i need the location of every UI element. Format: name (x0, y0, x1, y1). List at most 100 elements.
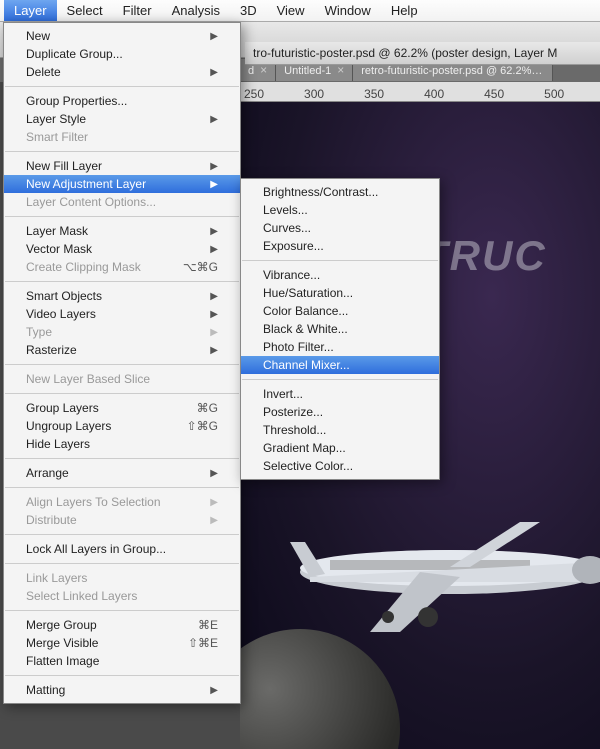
menu-item-label: New Adjustment Layer (26, 177, 146, 191)
menu-item-label: Levels... (263, 203, 308, 217)
menu-item-label: Color Balance... (263, 304, 348, 318)
window-title: tro-futuristic-poster.psd @ 62.2% (poste… (245, 42, 600, 65)
layer-menu-align-layers-to-selection: Align Layers To Selection▶ (4, 493, 240, 511)
layer-menu: New▶ Duplicate Group... Delete ▶ Group Prope… (3, 22, 241, 704)
layer-menu-rasterize[interactable]: Rasterize ▶ (4, 341, 240, 359)
layer-menu-flatten-image[interactable]: Flatten Image (4, 652, 240, 670)
close-icon[interactable]: × (260, 63, 267, 77)
menu-shortcut: ⌘G (197, 401, 218, 415)
menu-item-label: Curves... (263, 221, 311, 235)
layer-menu-group-layers[interactable]: Group Layers⌘G (4, 399, 240, 417)
menu-item-label: Hide Layers (26, 437, 90, 451)
submenu-arrow-icon: ▶ (210, 345, 218, 356)
menubar-item-analysis[interactable]: Analysis (162, 0, 230, 21)
submenu-arrow-icon: ▶ (210, 497, 218, 508)
submenu-arrow-icon: ▶ (210, 309, 218, 320)
menu-item-label: Threshold... (263, 423, 326, 437)
menu-separator (5, 281, 239, 282)
layer-menu-group-properties[interactable]: Group Properties... (4, 92, 240, 110)
layer-menu-layer-content-options: Layer Content Options... (4, 193, 240, 211)
new-adjustment-layer-submenu: Brightness/Contrast... Levels... Curves...… (240, 178, 440, 480)
adjustment-menu-color-balance[interactable]: Color Balance... (241, 302, 439, 320)
menu-separator (5, 675, 239, 676)
layer-menu-matting[interactable]: Matting▶ (4, 681, 240, 699)
submenu-arrow-icon: ▶ (210, 244, 218, 255)
adjustment-menu-selective-color[interactable]: Selective Color... (241, 457, 439, 475)
menu-separator (242, 379, 438, 380)
menu-item-label: Invert... (263, 387, 303, 401)
layer-menu-merge-group[interactable]: Merge Group⌘E (4, 616, 240, 634)
menu-item-label: Delete (26, 65, 61, 79)
adjustment-menu-curves[interactable]: Curves... (241, 219, 439, 237)
menu-item-label: Type (26, 325, 52, 339)
ruler-tick: 450 (484, 87, 504, 101)
menu-separator (5, 610, 239, 611)
submenu-arrow-icon: ▶ (210, 515, 218, 526)
menu-item-label: Ungroup Layers (26, 419, 111, 433)
menu-item-label: Layer Style (26, 112, 86, 126)
layer-menu-smart-filter: Smart Filter (4, 128, 240, 146)
layer-menu-new-fill-layer[interactable]: New Fill Layer▶ (4, 157, 240, 175)
adjustment-menu-vibrance[interactable]: Vibrance... (241, 266, 439, 284)
adjustment-menu-photo-filter[interactable]: Photo Filter... (241, 338, 439, 356)
menubar-item-filter[interactable]: Filter (113, 0, 162, 21)
submenu-arrow-icon: ▶ (210, 31, 218, 42)
menu-item-label: Duplicate Group... (26, 47, 123, 61)
menu-separator (5, 487, 239, 488)
adjustment-menu-black-white[interactable]: Black & White... (241, 320, 439, 338)
adjustment-menu-gradient-map[interactable]: Gradient Map... (241, 439, 439, 457)
layer-menu-video-layers[interactable]: Video Layers▶ (4, 305, 240, 323)
adjustment-menu-brightness-contrast[interactable]: Brightness/Contrast... (241, 183, 439, 201)
submenu-arrow-icon: ▶ (210, 291, 218, 302)
menu-item-label: Vector Mask (26, 242, 92, 256)
menubar-item-select[interactable]: Select (57, 0, 113, 21)
adjustment-menu-channel-mixer[interactable]: Channel Mixer... (241, 356, 439, 374)
menu-separator (5, 86, 239, 87)
menu-item-label: Arrange (26, 466, 69, 480)
layer-menu-link-layers: Link Layers (4, 569, 240, 587)
menu-item-label: Link Layers (26, 571, 87, 585)
menu-separator (5, 458, 239, 459)
adjustment-menu-posterize[interactable]: Posterize... (241, 403, 439, 421)
menu-item-label: Gradient Map... (263, 441, 346, 455)
layer-menu-delete[interactable]: Delete ▶ (4, 63, 240, 81)
layer-menu-vector-mask[interactable]: Vector Mask ▶ (4, 240, 240, 258)
layer-menu-new-adjustment-layer[interactable]: New Adjustment Layer ▶ (4, 175, 240, 193)
menubar-item-layer[interactable]: Layer (4, 0, 57, 21)
menu-separator (5, 563, 239, 564)
submenu-arrow-icon: ▶ (210, 179, 218, 190)
adjustment-menu-hue-saturation[interactable]: Hue/Saturation... (241, 284, 439, 302)
layer-menu-new[interactable]: New▶ (4, 27, 240, 45)
menu-item-label: Matting (26, 683, 65, 697)
layer-menu-arrange[interactable]: Arrange▶ (4, 464, 240, 482)
layer-menu-duplicate-group[interactable]: Duplicate Group... (4, 45, 240, 63)
layer-menu-merge-visible[interactable]: Merge Visible ⇧⌘E (4, 634, 240, 652)
menu-separator (242, 260, 438, 261)
ruler-horizontal: 250300350400450500550600 (240, 82, 600, 102)
adjustment-menu-exposure[interactable]: Exposure... (241, 237, 439, 255)
menubar-item-window[interactable]: Window (315, 0, 381, 21)
menu-item-label: Rasterize (26, 343, 77, 357)
menubar-item-help[interactable]: Help (381, 0, 428, 21)
close-icon[interactable]: × (337, 63, 344, 77)
layer-menu-ungroup-layers[interactable]: Ungroup Layers⇧⌘G (4, 417, 240, 435)
layer-menu-smart-objects[interactable]: Smart Objects▶ (4, 287, 240, 305)
layer-menu-layer-style[interactable]: Layer Style▶ (4, 110, 240, 128)
menu-separator (5, 364, 239, 365)
menu-item-label: Channel Mixer... (263, 358, 350, 372)
layer-menu-layer-mask[interactable]: Layer Mask▶ (4, 222, 240, 240)
adjustment-menu-levels[interactable]: Levels... (241, 201, 439, 219)
menu-shortcut: ⇧⌘E (188, 636, 218, 650)
menubar-item-3d[interactable]: 3D (230, 0, 267, 21)
menu-item-label: Hue/Saturation... (263, 286, 353, 300)
layer-menu-type: Type▶ (4, 323, 240, 341)
layer-menu-lock-all-layers-in-group[interactable]: Lock All Layers in Group... (4, 540, 240, 558)
adjustment-menu-threshold[interactable]: Threshold... (241, 421, 439, 439)
adjustment-menu-invert[interactable]: Invert... (241, 385, 439, 403)
menu-item-label: Select Linked Layers (26, 589, 137, 603)
menu-item-label: Merge Visible (26, 636, 98, 650)
layer-menu-create-clipping-mask: Create Clipping Mask⌥⌘G (4, 258, 240, 276)
menubar-item-view[interactable]: View (267, 0, 315, 21)
submenu-arrow-icon: ▶ (210, 67, 218, 78)
layer-menu-hide-layers[interactable]: Hide Layers (4, 435, 240, 453)
